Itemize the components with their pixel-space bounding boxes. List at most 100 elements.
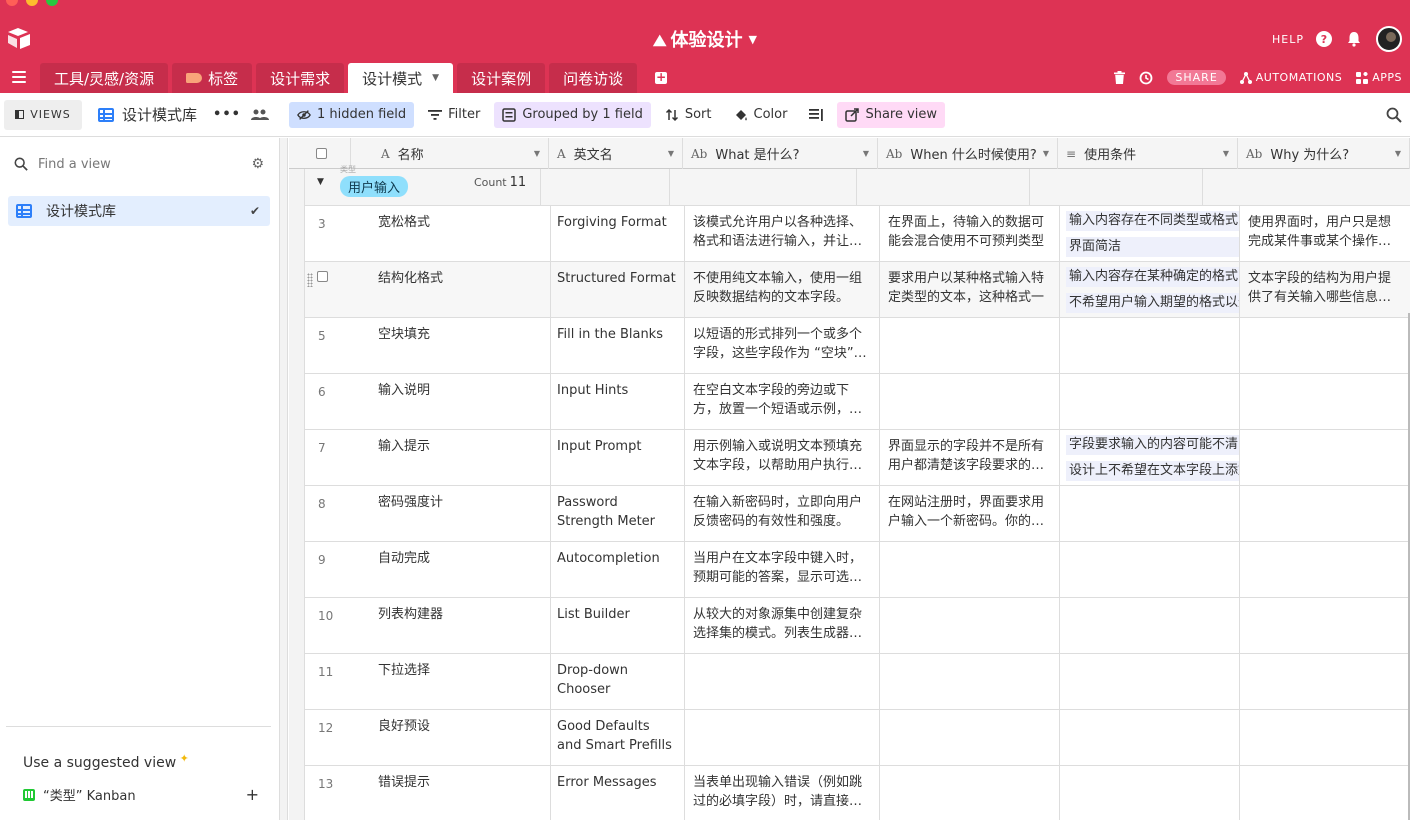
find-view-placeholder[interactable]: Find a view <box>38 157 111 172</box>
chevron-down-icon[interactable]: ▼ <box>1043 149 1049 158</box>
add-table-button[interactable]: + <box>655 71 668 84</box>
history-icon[interactable] <box>1139 71 1153 85</box>
column-header-english[interactable]: A 英文名 ▼ <box>549 138 683 169</box>
tab-design-cases[interactable]: 设计案例 <box>457 63 546 93</box>
help-link[interactable]: HELP <box>1272 33 1304 46</box>
cell-when[interactable]: 在界面上，待输入的数据可能会混合使用不可预判类型 <box>880 206 1060 262</box>
cell-what[interactable]: 在空白文本字段的旁边或下方，放置一个短语或示例，… <box>685 374 880 430</box>
row-number[interactable] <box>305 262 353 318</box>
cell-what[interactable]: 该模式允许用户以各种选择、格式和语法进行输入，并让… <box>685 206 880 262</box>
chevron-down-icon[interactable]: ▼ <box>534 149 540 158</box>
cell-when[interactable] <box>880 374 1060 430</box>
cell-why[interactable] <box>1240 654 1410 710</box>
row-height-button[interactable] <box>801 102 831 128</box>
cell-english-name[interactable]: List Builder <box>551 598 685 654</box>
cell-conditions[interactable] <box>1060 654 1240 710</box>
cell-why[interactable] <box>1240 542 1410 598</box>
tab-tools[interactable]: 工具/灵感/资源 <box>40 63 169 93</box>
table-row[interactable]: 12 良好预设 Good Defaults and Smart Prefills <box>305 710 1410 766</box>
chevron-down-icon[interactable]: ▼ <box>1223 149 1229 158</box>
add-view-icon[interactable]: + <box>246 785 259 804</box>
cell-english-name[interactable]: Autocompletion <box>551 542 685 598</box>
table-row[interactable]: 5 空块填充 Fill in the Blanks 以短语的形式排列一个或多个字段，这… <box>305 318 1410 374</box>
filter-button[interactable]: Filter <box>420 102 488 128</box>
cell-when[interactable] <box>880 542 1060 598</box>
cell-why[interactable] <box>1240 374 1410 430</box>
cell-why[interactable] <box>1240 598 1410 654</box>
cell-english-name[interactable]: Password Strength Meter <box>551 486 685 542</box>
cell-what[interactable]: 从较大的对象源集中创建复杂选择集的模式。列表生成器… <box>685 598 880 654</box>
drag-handle-icon[interactable] <box>307 273 313 287</box>
cell-when[interactable] <box>880 654 1060 710</box>
row-number[interactable]: 5 <box>305 318 353 374</box>
cell-when[interactable] <box>880 710 1060 766</box>
cell-when[interactable]: 在网站注册时，界面要求用户输入一个新密码。你的… <box>880 486 1060 542</box>
cell-name[interactable]: 空块填充 <box>353 318 551 374</box>
sort-button[interactable]: Sort <box>657 102 720 128</box>
collapse-group-icon[interactable]: ▼ <box>317 177 324 187</box>
cell-why[interactable] <box>1240 318 1410 374</box>
suggested-kanban-view[interactable]: “类型” Kanban + <box>23 785 259 804</box>
table-row[interactable]: 9 自动完成 Autocompletion 当用户在文本字段中键入时，预期可能的答案，… <box>305 542 1410 598</box>
cell-why[interactable] <box>1240 766 1410 820</box>
cell-conditions[interactable]: 输入内容存在不同类型或格式 界面简洁 <box>1060 206 1240 262</box>
row-number[interactable]: 3 <box>305 206 353 262</box>
table-row[interactable]: 13 错误提示 Error Messages 当表单出现输入错误（例如跳过的必填字段）… <box>305 766 1410 820</box>
tab-tags[interactable]: 标签 <box>172 63 253 93</box>
cell-english-name[interactable]: Error Messages <box>551 766 685 820</box>
table-row[interactable]: 11 下拉选择 Drop-down Chooser <box>305 654 1410 710</box>
cell-when[interactable]: 要求用户以某种格式输入特定类型的文本，这种格式一 <box>880 262 1060 318</box>
row-number[interactable]: 6 <box>305 374 353 430</box>
cell-why[interactable] <box>1240 710 1410 766</box>
chevron-down-icon[interactable]: ▼ <box>432 73 439 83</box>
minimize-window-button[interactable] <box>26 0 38 6</box>
cell-conditions[interactable] <box>1060 598 1240 654</box>
column-header-when[interactable]: Ab When 什么时候使用? ▼ <box>878 138 1058 169</box>
find-view-search[interactable]: Find a view ⚙ <box>14 156 264 172</box>
column-header-name[interactable]: A 名称 ▼ <box>351 138 549 169</box>
cell-what[interactable]: 当表单出现输入错误（例如跳过的必填字段）时，请直接… <box>685 766 880 820</box>
cell-what[interactable]: 不使用纯文本输入，使用一组反映数据结构的文本字段。 <box>685 262 880 318</box>
cell-english-name[interactable]: Input Prompt <box>551 430 685 486</box>
row-checkbox[interactable] <box>317 271 328 282</box>
cell-english-name[interactable]: Drop-down Chooser <box>551 654 685 710</box>
column-header-what[interactable]: Ab What 是什么? ▼ <box>683 138 878 169</box>
search-icon[interactable] <box>1386 107 1402 123</box>
cell-what[interactable] <box>685 710 880 766</box>
cell-what[interactable]: 当用户在文本字段中键入时，预期可能的答案，显示可选… <box>685 542 880 598</box>
more-options-icon[interactable]: ••• <box>213 107 241 122</box>
share-button[interactable]: SHARE <box>1167 70 1226 85</box>
group-header[interactable]: ▼ 类型 用户输入 Count 11 <box>305 165 1410 206</box>
table-row[interactable]: 7 输入提示 Input Prompt 用示例输入或说明文本预填充文本字段，以帮助用户… <box>305 430 1410 486</box>
cell-when[interactable] <box>880 766 1060 820</box>
tab-design-patterns[interactable]: 设计模式 ▼ <box>348 63 454 93</box>
cell-name[interactable]: 下拉选择 <box>353 654 551 710</box>
close-window-button[interactable] <box>6 0 18 6</box>
cell-conditions[interactable] <box>1060 542 1240 598</box>
row-number[interactable]: 7 <box>305 430 353 486</box>
cell-name[interactable]: 输入说明 <box>353 374 551 430</box>
tab-design-needs[interactable]: 设计需求 <box>256 63 345 93</box>
cell-name[interactable]: 良好预设 <box>353 710 551 766</box>
table-row[interactable]: 8 密码强度计 Password Strength Meter 在输入新密码时，立即向… <box>305 486 1410 542</box>
current-view-name[interactable]: 设计模式库 <box>98 104 197 125</box>
cell-name[interactable]: 输入提示 <box>353 430 551 486</box>
table-row[interactable]: 6 输入说明 Input Hints 在空白文本字段的旁边或下方，放置一个短语或示例，… <box>305 374 1410 430</box>
row-number[interactable]: 12 <box>305 710 353 766</box>
views-toggle-button[interactable]: VIEWS <box>4 99 82 130</box>
cell-what[interactable] <box>685 654 880 710</box>
sidebar-resize-handle[interactable] <box>280 138 288 820</box>
group-button[interactable]: Grouped by 1 field <box>494 101 651 128</box>
column-header-conditions[interactable]: ≡ 使用条件 ▼ <box>1058 138 1238 169</box>
gear-icon[interactable]: ⚙ <box>251 156 264 172</box>
cell-when[interactable] <box>880 318 1060 374</box>
cell-why[interactable] <box>1240 430 1410 486</box>
cell-english-name[interactable]: Input Hints <box>551 374 685 430</box>
hide-fields-button[interactable]: 1 hidden field <box>288 101 415 128</box>
automations-button[interactable]: AUTOMATIONS <box>1239 71 1342 84</box>
select-all-checkbox[interactable] <box>316 148 327 159</box>
chevron-down-icon[interactable]: ▼ <box>1395 149 1401 158</box>
cell-conditions[interactable] <box>1060 766 1240 820</box>
cell-when[interactable] <box>880 598 1060 654</box>
cell-name[interactable]: 列表构建器 <box>353 598 551 654</box>
